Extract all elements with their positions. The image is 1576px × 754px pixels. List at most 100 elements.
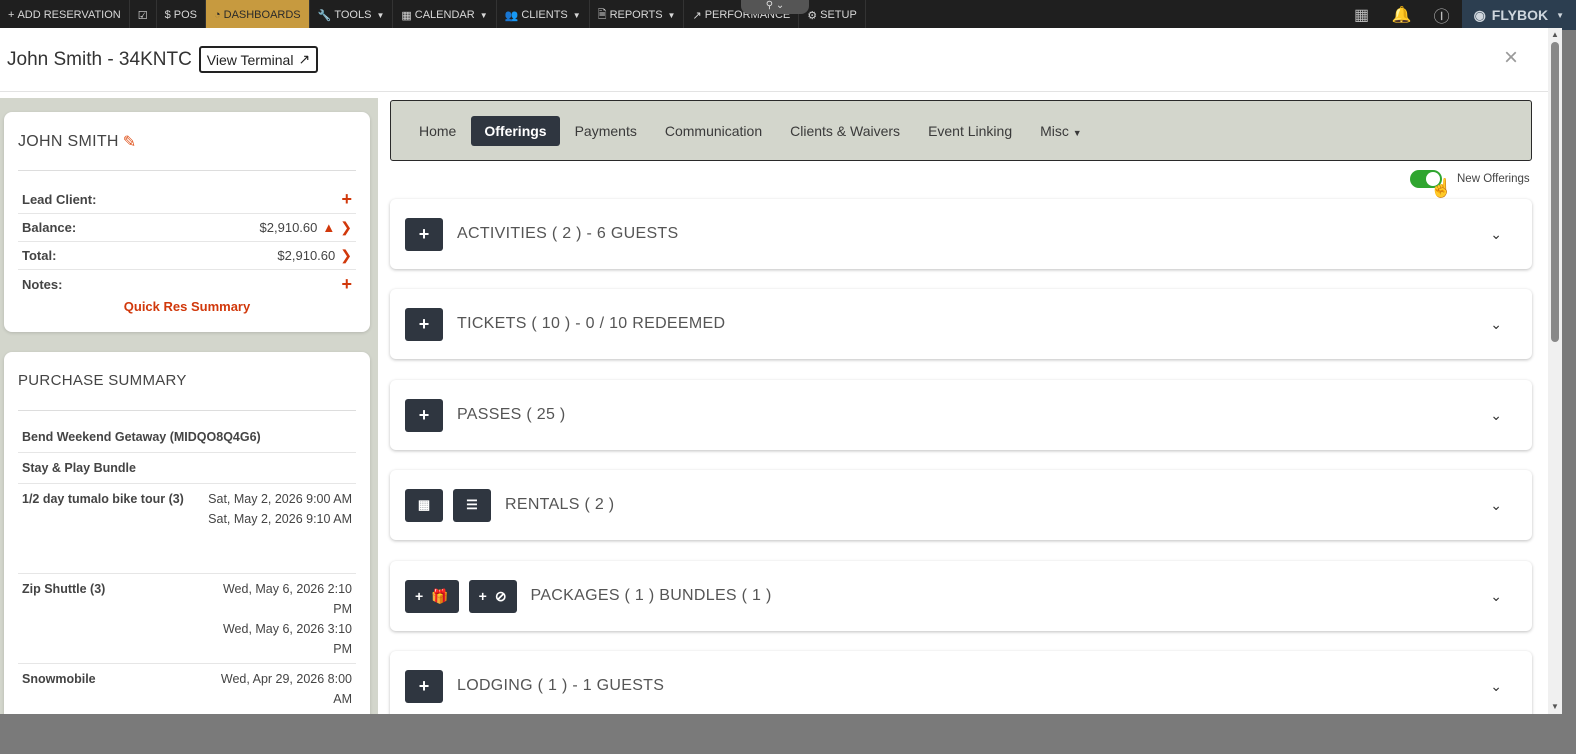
tab-payments[interactable]: Payments — [562, 116, 650, 146]
gift-icon: 🎁 — [431, 587, 449, 604]
divider — [18, 170, 356, 171]
divider — [18, 410, 356, 411]
rental-list-button[interactable]: ☰ — [453, 488, 491, 522]
scrollbar-thumb[interactable] — [1551, 42, 1559, 342]
lead-client-row: Lead Client: + — [18, 186, 356, 214]
file-icon: 🗎 — [597, 8, 607, 21]
nav-tools[interactable]: 🔧 TOOLS ▼ — [310, 0, 394, 30]
users-icon: 👥 — [504, 9, 519, 22]
nav-setup[interactable]: ⚙ SETUP — [799, 0, 866, 30]
caret-down-icon: ▼ — [572, 10, 581, 20]
section-passes[interactable]: + PASSES ( 25 ) ⌄ — [390, 380, 1532, 450]
new-offerings-label: New Offerings — [1457, 173, 1530, 185]
nav-right: ▦ 🔔 ⓘ ◉ FLYBOK ▼ — [1342, 0, 1576, 30]
caret-down-icon: ▼ — [1072, 127, 1082, 138]
add-bundle-button[interactable]: + ⊘ — [468, 579, 517, 613]
purchase-summary-card: PURCHASE SUMMARY Bend Weekend Getaway (M… — [4, 352, 370, 714]
avatar: ◉ — [1473, 6, 1486, 23]
tab-event-linking[interactable]: Event Linking — [915, 116, 1025, 146]
wrench-icon: 🔧 — [317, 9, 332, 22]
section-lodging[interactable]: + LODGING ( 1 ) - 1 GUESTS ⌄ — [390, 651, 1532, 714]
scroll-down-icon[interactable]: ▼ — [1551, 702, 1559, 711]
chevron-down-icon[interactable]: ⌄ — [1490, 588, 1502, 605]
nav-dashboards[interactable]: ◔ DASHBOARDS — [205, 0, 310, 30]
tab-misc[interactable]: Misc ▼ — [1027, 116, 1095, 146]
chevron-down-icon[interactable]: ⌄ — [1490, 497, 1502, 514]
nav-clients[interactable]: 👥 CLIENTS ▼ — [497, 0, 590, 30]
scroll-up-icon[interactable]: ▲ — [1551, 30, 1559, 39]
reservation-modal: John Smith - 34KNTC View Terminal ↗ × JOH… — [0, 28, 1548, 714]
modal-header: John Smith - 34KNTC View Terminal ↗ × — [0, 28, 1548, 92]
nav-pos[interactable]: $ POS — [157, 0, 206, 30]
add-pass-button[interactable]: + — [405, 398, 443, 432]
chevron-down-icon[interactable]: ⌄ — [1490, 226, 1502, 243]
dashboard-icon: ◔ — [213, 9, 221, 21]
list-item: Bend Weekend Getaway (MIDQO8Q4G6) — [18, 422, 356, 453]
list-icon: ☰ — [466, 497, 478, 512]
client-name: JOHN SMITH ✎ — [18, 132, 137, 152]
add-lodging-button[interactable]: + — [405, 669, 443, 703]
bell-icon[interactable]: 🔔 — [1382, 0, 1422, 30]
list-item: Stay & Play Bundle — [18, 453, 356, 484]
chevron-down-icon[interactable]: ⌄ — [1490, 407, 1502, 424]
list-item: Snowmobile Wed, Apr 29, 2026 8:00 AM — [22, 672, 352, 706]
modal-title: John Smith - 34KNTC — [7, 48, 192, 70]
close-icon[interactable]: × — [1504, 44, 1518, 72]
add-package-button[interactable]: + 🎁 — [405, 579, 459, 613]
chevron-down-icon: ⌄ — [775, 0, 785, 11]
calendar-icon: ▦ — [401, 9, 412, 22]
check-square-icon: ☑ — [137, 9, 148, 22]
balance-row[interactable]: Balance: $2,910.60 ▲ ❯ — [18, 214, 356, 242]
help-icon[interactable]: ⓘ — [1422, 0, 1462, 30]
external-link-icon: ↗ — [298, 51, 311, 67]
search-icon: ⚲ — [765, 0, 774, 11]
chevron-right-icon[interactable]: ❯ — [340, 247, 352, 264]
search-tab[interactable]: ⚲ ⌄ — [741, 0, 809, 14]
calendar-icon: ▦ — [417, 497, 431, 512]
chevron-down-icon[interactable]: ⌄ — [1490, 316, 1502, 333]
total-row[interactable]: Total: $2,910.60 ❯ — [18, 242, 356, 270]
tab-offerings[interactable]: Offerings — [471, 115, 560, 146]
chevron-right-icon[interactable]: ❯ — [340, 219, 352, 236]
notes-row: Notes: + — [22, 273, 352, 295]
brand-menu[interactable]: ◉ FLYBOK ▼ — [1461, 0, 1576, 30]
hand-cursor-icon: ☝ — [1430, 178, 1453, 198]
list-item: Zip Shuttle (3) Wed, May 6, 2026 2:10 PM W… — [18, 574, 356, 664]
add-note-icon[interactable]: + — [341, 274, 352, 295]
link-icon: ⊘ — [494, 587, 507, 604]
client-card: JOHN SMITH ✎ Lead Client: + Balance: $2,910… — [4, 112, 370, 332]
tab-communication[interactable]: Communication — [652, 116, 775, 146]
section-rentals[interactable]: ▦ ☰ RENTALS ( 2 ) ⌄ — [390, 470, 1532, 540]
offerings-tabs: Home Offerings Payments Communication Cl… — [390, 100, 1532, 161]
caret-down-icon: ▼ — [1556, 10, 1564, 20]
view-terminal-button[interactable]: View Terminal ↗ — [198, 46, 319, 73]
line-chart-icon: ↗ — [692, 9, 702, 22]
nav-reports[interactable]: 🗎 REPORTS ▼ — [590, 0, 685, 30]
caret-down-icon: ▼ — [667, 10, 676, 20]
tab-clients-waivers[interactable]: Clients & Waivers — [777, 116, 913, 146]
quick-res-summary-link[interactable]: Quick Res Summary — [4, 299, 370, 314]
bottom-overlay — [0, 714, 1576, 754]
tab-home[interactable]: Home — [406, 116, 469, 146]
add-lead-client-icon[interactable]: + — [341, 189, 352, 210]
purchase-summary-title: PURCHASE SUMMARY — [18, 372, 187, 389]
nav-add-reservation[interactable]: + ADD RESERVATION — [0, 0, 130, 30]
new-offerings-toggle-wrap: New Offerings — [1410, 170, 1530, 188]
scrollbar[interactable]: ▲ ▼ — [1548, 28, 1562, 714]
caret-down-icon: ▼ — [479, 10, 488, 20]
caret-down-icon: ▼ — [376, 10, 385, 20]
grid-icon[interactable]: ▦ — [1342, 0, 1382, 30]
section-packages[interactable]: + 🎁 + ⊘ PACKAGES ( 1 ) BUNDLES ( 1 ) ⌄ — [390, 561, 1532, 631]
add-ticket-button[interactable]: + — [405, 307, 443, 341]
section-activities[interactable]: + ACTIVITIES ( 2 ) - 6 GUESTS ⌄ — [390, 199, 1532, 269]
left-column: JOHN SMITH ✎ Lead Client: + Balance: $2,910… — [0, 98, 378, 714]
pencil-icon[interactable]: ✎ — [123, 132, 137, 152]
rental-calendar-button[interactable]: ▦ — [405, 488, 443, 522]
gear-icon: ⚙ — [807, 9, 818, 22]
nav-calendar[interactable]: ▦ CALENDAR ▼ — [393, 0, 497, 30]
add-activity-button[interactable]: + — [405, 217, 443, 251]
list-item: 1/2 day tumalo bike tour (3) Sat, May 2, … — [18, 484, 356, 574]
section-tickets[interactable]: + TICKETS ( 10 ) - 0 / 10 REDEEMED ⌄ — [390, 289, 1532, 359]
nav-checklist[interactable]: ☑ — [130, 0, 157, 30]
chevron-down-icon[interactable]: ⌄ — [1490, 678, 1502, 695]
